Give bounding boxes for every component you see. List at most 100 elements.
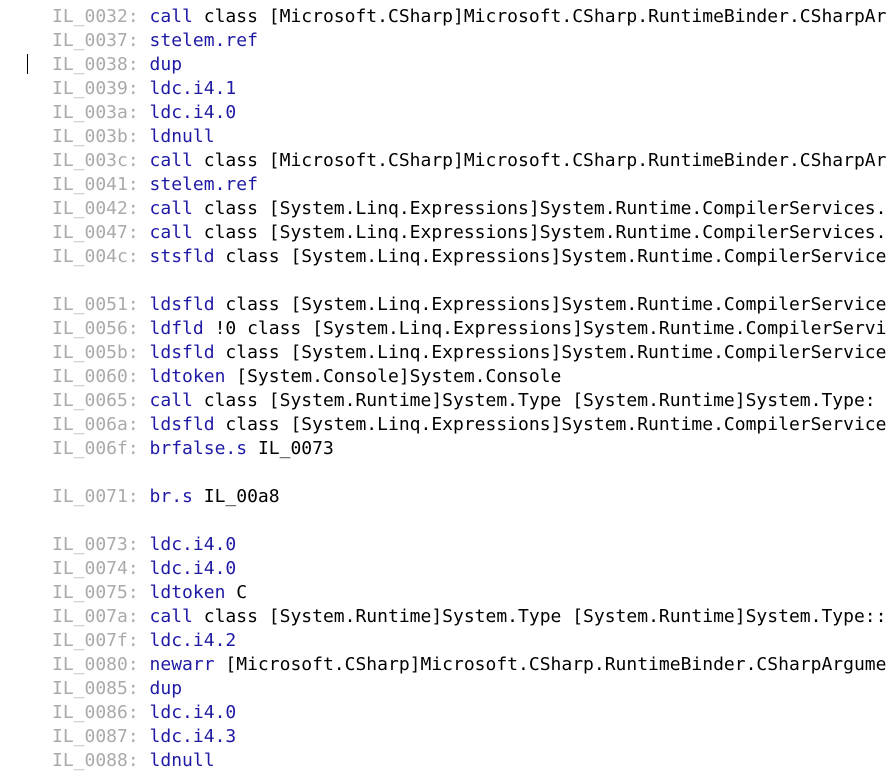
code-line[interactable]: IL_0075: ldtoken C xyxy=(52,581,886,605)
il-offset-label: IL_0088: xyxy=(52,750,139,771)
il-offset-label: IL_0042: xyxy=(52,198,139,219)
il-offset-label: IL_0056: xyxy=(52,318,139,339)
il-offset-label: IL_007a: xyxy=(52,606,139,627)
il-opcode: stsfld xyxy=(149,246,215,267)
il-opcode: ldc.i4.0 xyxy=(149,558,237,579)
blank-line[interactable] xyxy=(52,461,886,485)
code-line[interactable]: IL_0037: stelem.ref xyxy=(52,29,886,53)
il-opcode: ldsfld xyxy=(149,414,215,435)
il-code-editor[interactable]: IL_0032: call class [Microsoft.CSharp]Mi… xyxy=(0,0,891,774)
code-line[interactable]: IL_0071: br.s IL_00a8 xyxy=(52,485,886,509)
il-opcode: stelem.ref xyxy=(149,174,258,195)
code-line[interactable]: IL_003a: ldc.i4.0 xyxy=(52,101,886,125)
code-line[interactable]: IL_005b: ldsfld class [System.Linq.Expre… xyxy=(52,341,886,365)
code-line[interactable]: IL_0088: ldnull xyxy=(52,749,886,773)
code-line[interactable]: IL_003b: ldnull xyxy=(52,125,886,149)
code-line[interactable]: IL_0041: stelem.ref xyxy=(52,173,886,197)
il-offset-label: IL_0041: xyxy=(52,174,139,195)
blank-line[interactable] xyxy=(52,269,886,293)
il-offset-label: IL_006a: xyxy=(52,414,139,435)
il-operand: class [System.Linq.Expressions]System.Ru… xyxy=(225,414,887,435)
il-code-listing[interactable]: IL_0032: call class [Microsoft.CSharp]Mi… xyxy=(52,5,886,773)
il-offset-label: IL_0073: xyxy=(52,534,139,555)
il-opcode: ldsfld xyxy=(149,342,215,363)
code-line[interactable]: IL_0042: call class [System.Linq.Express… xyxy=(52,197,886,221)
code-line[interactable]: IL_0060: ldtoken [System.Console]System.… xyxy=(52,365,886,389)
il-offset-label: IL_003a: xyxy=(52,102,139,123)
il-opcode: brfalse.s xyxy=(149,438,248,459)
il-opcode: ldc.i4.0 xyxy=(149,534,237,555)
code-line[interactable]: IL_0047: call class [System.Linq.Express… xyxy=(52,221,886,245)
il-offset-label: IL_003b: xyxy=(52,126,139,147)
code-line[interactable]: IL_004c: stsfld class [System.Linq.Expre… xyxy=(52,245,886,269)
code-line[interactable]: IL_0051: ldsfld class [System.Linq.Expre… xyxy=(52,293,886,317)
code-line[interactable]: IL_0080: newarr [Microsoft.CSharp]Micros… xyxy=(52,653,886,677)
il-operand: class [Microsoft.CSharp]Microsoft.CSharp… xyxy=(203,150,887,171)
il-opcode: stelem.ref xyxy=(149,30,258,51)
text-cursor xyxy=(27,54,28,74)
il-offset-label: IL_0074: xyxy=(52,558,139,579)
il-opcode: ldc.i4.2 xyxy=(149,630,237,651)
il-offset-label: IL_0051: xyxy=(52,294,139,315)
il-offset-label: IL_0085: xyxy=(52,678,139,699)
il-offset-label: IL_0065: xyxy=(52,390,139,411)
il-offset-label: IL_0060: xyxy=(52,366,139,387)
il-opcode: br.s xyxy=(149,486,193,507)
il-offset-label: IL_0037: xyxy=(52,30,139,51)
il-opcode: ldfld xyxy=(149,318,204,339)
il-offset-label: IL_0075: xyxy=(52,582,139,603)
code-line[interactable]: IL_0065: call class [System.Runtime]Syst… xyxy=(52,389,886,413)
il-offset-label: IL_004c: xyxy=(52,246,139,267)
il-operand: [Microsoft.CSharp]Microsoft.CSharp.Runti… xyxy=(225,654,887,675)
il-offset-label: IL_006f: xyxy=(52,438,139,459)
blank-line[interactable] xyxy=(52,509,886,533)
code-line[interactable]: IL_003c: call class [Microsoft.CSharp]Mi… xyxy=(52,149,886,173)
il-operand: class [System.Linq.Expressions]System.Ru… xyxy=(203,198,887,219)
il-operand: class [System.Linq.Expressions]System.Ru… xyxy=(225,342,887,363)
il-operand: IL_00a8 xyxy=(203,486,280,507)
il-operand: IL_0073 xyxy=(257,438,334,459)
il-operand: class [Microsoft.CSharp]Microsoft.CSharp… xyxy=(203,6,887,27)
code-line[interactable]: IL_006f: brfalse.s IL_0073 xyxy=(52,437,886,461)
code-line[interactable]: IL_0039: ldc.i4.1 xyxy=(52,77,886,101)
il-opcode: call xyxy=(149,222,193,243)
il-opcode: ldsfld xyxy=(149,294,215,315)
code-line[interactable]: IL_0038: dup xyxy=(52,53,886,77)
il-offset-label: IL_005b: xyxy=(52,342,139,363)
il-offset-label: IL_0038: xyxy=(52,54,139,75)
code-line[interactable]: IL_0056: ldfld !0 class [System.Linq.Exp… xyxy=(52,317,886,341)
il-opcode: call xyxy=(149,6,193,27)
code-line[interactable]: IL_0085: dup xyxy=(52,677,886,701)
code-line[interactable]: IL_0086: ldc.i4.0 xyxy=(52,701,886,725)
il-operand: !0 class [System.Linq.Expressions]System… xyxy=(214,318,887,339)
il-opcode: ldc.i4.3 xyxy=(149,726,237,747)
il-offset-label: IL_007f: xyxy=(52,630,139,651)
il-opcode: call xyxy=(149,606,193,627)
il-offset-label: IL_0071: xyxy=(52,486,139,507)
code-line[interactable]: IL_007f: ldc.i4.2 xyxy=(52,629,886,653)
il-offset-label: IL_0032: xyxy=(52,6,139,27)
code-line[interactable]: IL_0032: call class [Microsoft.CSharp]Mi… xyxy=(52,5,886,29)
il-opcode: ldtoken xyxy=(149,582,226,603)
code-line[interactable]: IL_0074: ldc.i4.0 xyxy=(52,557,886,581)
il-operand: C xyxy=(236,582,248,603)
il-operand: class [System.Linq.Expressions]System.Ru… xyxy=(203,222,887,243)
il-opcode: ldc.i4.0 xyxy=(149,702,237,723)
il-opcode: ldnull xyxy=(149,750,215,771)
code-line[interactable]: IL_006a: ldsfld class [System.Linq.Expre… xyxy=(52,413,886,437)
il-opcode: dup xyxy=(149,678,183,699)
il-offset-label: IL_0087: xyxy=(52,726,139,747)
il-opcode: ldnull xyxy=(149,126,215,147)
il-opcode: call xyxy=(149,150,193,171)
il-offset-label: IL_0047: xyxy=(52,222,139,243)
il-operand: class [System.Linq.Expressions]System.Ru… xyxy=(225,246,887,267)
il-opcode: newarr xyxy=(149,654,215,675)
il-opcode: call xyxy=(149,390,193,411)
code-line[interactable]: IL_0073: ldc.i4.0 xyxy=(52,533,886,557)
code-line[interactable]: IL_007a: call class [System.Runtime]Syst… xyxy=(52,605,886,629)
il-operand: [System.Console]System.Console xyxy=(236,366,562,387)
il-opcode: ldc.i4.1 xyxy=(149,78,237,99)
il-operand: class [System.Runtime]System.Type [Syste… xyxy=(203,606,887,627)
code-line[interactable]: IL_0087: ldc.i4.3 xyxy=(52,725,886,749)
il-operand: class [System.Runtime]System.Type [Syste… xyxy=(203,390,876,411)
